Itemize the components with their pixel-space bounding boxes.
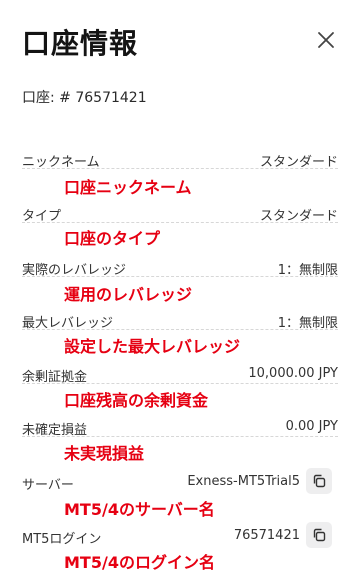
- copy-server-button[interactable]: [306, 468, 332, 494]
- row-label: MT5ログイン: [22, 532, 102, 547]
- account-label: 口座:: [22, 90, 55, 106]
- annotation-free-margin: 口座残高の余剰資金: [64, 391, 209, 410]
- close-icon[interactable]: [314, 28, 338, 52]
- annotation-max-leverage: 設定した最大レバレッジ: [64, 337, 241, 356]
- row-value: 0.00 JPY: [285, 419, 338, 434]
- row-divider: [22, 383, 338, 384]
- copy-icon[interactable]: [312, 474, 326, 488]
- row-divider: [22, 436, 338, 437]
- annotation-server: MT5/4のサーバー名: [64, 500, 215, 519]
- row-value: 76571421: [233, 528, 300, 543]
- row-divider: [22, 168, 338, 169]
- row-divider: [22, 276, 338, 277]
- row-value: Exness-MT5Trial5: [187, 474, 300, 489]
- row-divider: [22, 222, 338, 223]
- page-title: 口座情報: [22, 27, 139, 60]
- row-value: 10,000.00 JPY: [248, 366, 338, 381]
- annotation-type: 口座のタイプ: [64, 229, 161, 248]
- annotation-mt5-login: MT5/4のログイン名: [64, 553, 215, 572]
- close-button[interactable]: [314, 28, 338, 52]
- account-number: # 76571421: [59, 90, 147, 106]
- annotation-nickname: 口座ニックネーム: [64, 178, 192, 197]
- annotation-actual-leverage: 運用のレバレッジ: [64, 285, 193, 304]
- annotation-unrealized-pl: 未実現損益: [64, 444, 145, 463]
- copy-login-button[interactable]: [306, 522, 332, 548]
- copy-icon[interactable]: [312, 528, 326, 542]
- account-number-line: 口座: # 76571421: [22, 87, 147, 107]
- row-label: サーバー: [22, 478, 74, 493]
- row-divider: [22, 329, 338, 330]
